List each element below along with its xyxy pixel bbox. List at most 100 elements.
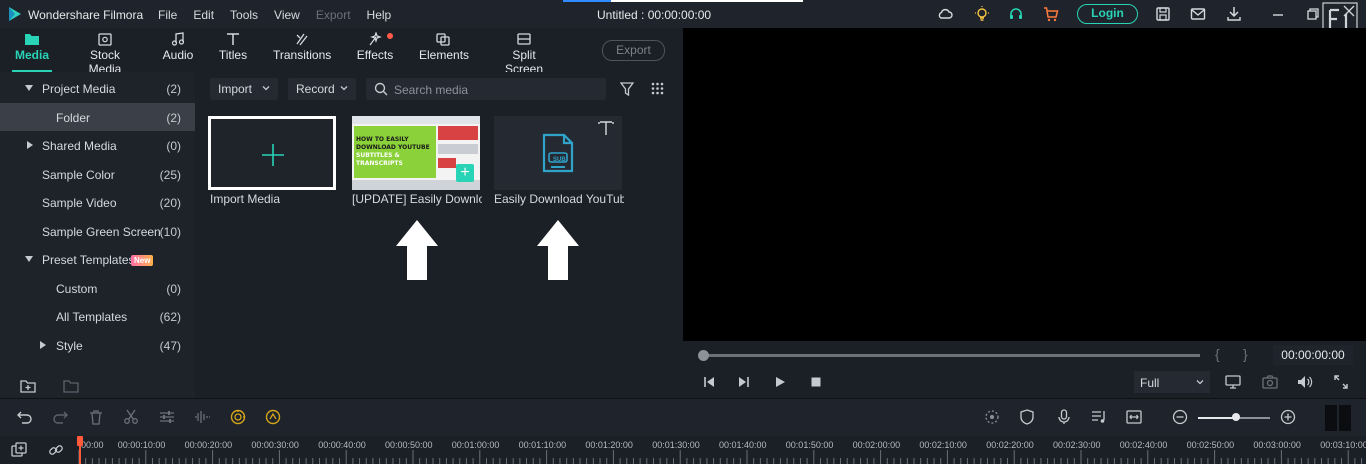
tab-stock-media[interactable]: Stock Media bbox=[74, 28, 136, 76]
sidebar-item-count: (62) bbox=[159, 310, 181, 324]
ruler-time-label: 00:01:10:00 bbox=[518, 440, 567, 450]
expand-arrow-icon[interactable] bbox=[27, 141, 33, 149]
search-input[interactable]: Search media bbox=[366, 78, 606, 100]
filmora-logo-icon bbox=[8, 6, 22, 22]
add-to-timeline-icon[interactable]: + bbox=[456, 164, 474, 182]
sidebar-item-preset-templates[interactable]: Preset Templates New bbox=[0, 245, 195, 273]
lightbulb-icon[interactable] bbox=[974, 6, 990, 22]
marker-shield-icon[interactable] bbox=[1019, 409, 1035, 425]
auto-reframe-icon[interactable] bbox=[265, 409, 281, 425]
previous-frame-icon[interactable] bbox=[703, 376, 715, 388]
expand-arrow-icon[interactable] bbox=[25, 256, 33, 262]
support-headset-icon[interactable] bbox=[1008, 6, 1024, 22]
sidebar-item-label: Style bbox=[56, 339, 83, 353]
undo-icon[interactable] bbox=[17, 409, 33, 425]
preview-scrubber-track[interactable] bbox=[703, 354, 1200, 357]
download-icon[interactable] bbox=[1226, 6, 1242, 22]
mark-in-button[interactable]: { bbox=[1215, 346, 1220, 362]
zoom-slider-handle[interactable] bbox=[1232, 413, 1240, 421]
filter-icon[interactable] bbox=[620, 81, 634, 97]
sidebar-item-sample-video[interactable]: Sample Video (20) bbox=[0, 188, 195, 216]
export-button[interactable]: Export bbox=[602, 40, 665, 61]
speed-ramp-icon[interactable] bbox=[230, 409, 246, 425]
next-frame-icon[interactable] bbox=[738, 376, 750, 388]
panel-layout-icon[interactable] bbox=[1325, 405, 1351, 431]
preview-scrubber-handle[interactable] bbox=[698, 350, 709, 361]
fullscreen-icon[interactable] bbox=[1334, 375, 1348, 389]
render-preview-icon[interactable] bbox=[984, 409, 1000, 425]
mark-out-button[interactable]: } bbox=[1243, 346, 1248, 362]
tab-audio[interactable]: Audio bbox=[160, 28, 196, 72]
sidebar-item-label: Sample Video bbox=[42, 196, 117, 210]
save-icon[interactable] bbox=[1155, 6, 1171, 22]
tab-effects[interactable]: Effects bbox=[356, 28, 394, 72]
expand-arrow-icon[interactable] bbox=[25, 85, 33, 91]
play-icon[interactable] bbox=[774, 376, 786, 388]
preview-controls: { } 00:00:00:00 Full bbox=[683, 341, 1366, 398]
zoom-in-icon[interactable] bbox=[1280, 409, 1296, 425]
adjust-sliders-icon[interactable] bbox=[159, 409, 175, 425]
sidebar-item-label: Sample Green Screen bbox=[42, 225, 161, 239]
sidebar-item-style[interactable]: Style (47) bbox=[0, 331, 195, 359]
snapshot-camera-icon[interactable] bbox=[1262, 375, 1278, 389]
menu-tools[interactable]: Tools bbox=[230, 8, 258, 22]
sidebar-item-count: (0) bbox=[166, 139, 181, 153]
plus-icon bbox=[261, 143, 285, 167]
stop-icon[interactable] bbox=[810, 376, 822, 388]
playhead-handle[interactable] bbox=[77, 436, 83, 446]
delete-trash-icon[interactable] bbox=[88, 409, 104, 425]
sidebar-item-folder[interactable]: Folder (2) bbox=[0, 103, 195, 131]
shopping-cart-icon[interactable] bbox=[1043, 6, 1059, 22]
grid-view-icon[interactable] bbox=[651, 82, 664, 95]
menu-view[interactable]: View bbox=[274, 8, 300, 22]
zoom-out-icon[interactable] bbox=[1172, 409, 1188, 425]
ruler-time-label: 00:02:00:00 bbox=[852, 440, 901, 450]
menu-help[interactable]: Help bbox=[367, 8, 392, 22]
voiceover-list-icon[interactable] bbox=[1091, 409, 1107, 425]
ruler-time-label: 00:00:30:00 bbox=[251, 440, 299, 450]
audio-waveform-icon[interactable] bbox=[194, 409, 210, 425]
volume-icon[interactable] bbox=[1297, 375, 1313, 389]
import-media-tile[interactable] bbox=[208, 116, 336, 190]
tab-elements[interactable]: Elements bbox=[419, 28, 469, 72]
sidebar-item-all-templates[interactable]: All Templates (62) bbox=[0, 302, 195, 330]
new-indicator-dot bbox=[387, 33, 393, 39]
tab-titles[interactable]: Titles bbox=[216, 28, 250, 72]
tab-split-screen[interactable]: Split Screen bbox=[494, 28, 554, 76]
tab-transitions[interactable]: Transitions bbox=[273, 28, 331, 72]
sidebar-item-sample-color[interactable]: Sample Color (25) bbox=[0, 160, 195, 188]
sidebar-item-project-media[interactable]: Project Media (2) bbox=[0, 74, 195, 102]
cloud-icon[interactable] bbox=[937, 6, 953, 22]
sidebar-item-label: Folder bbox=[56, 111, 91, 125]
loading-progress-bar bbox=[563, 0, 803, 2]
preview-quality-dropdown[interactable]: Full bbox=[1134, 371, 1210, 393]
media-item-label: Easily Download YouTub... bbox=[494, 192, 624, 206]
restore-icon[interactable] bbox=[1305, 6, 1321, 22]
login-button[interactable]: Login bbox=[1077, 4, 1138, 24]
sidebar-item-shared-media[interactable]: Shared Media (0) bbox=[0, 131, 195, 159]
ruler-time-label: 00:02:10:00 bbox=[919, 440, 967, 450]
subtitle-file-thumbnail[interactable]: SUB bbox=[494, 116, 622, 190]
cut-scissors-icon[interactable] bbox=[123, 409, 139, 425]
folder-outline-icon[interactable] bbox=[63, 379, 79, 393]
new-folder-icon[interactable] bbox=[20, 379, 36, 393]
tab-titles-label: Titles bbox=[218, 48, 248, 62]
import-dropdown-label: Import bbox=[218, 82, 253, 96]
mail-icon[interactable] bbox=[1190, 6, 1206, 22]
minimize-icon[interactable] bbox=[1270, 6, 1286, 22]
record-dropdown[interactable]: Record bbox=[288, 78, 356, 100]
tab-media[interactable]: Media bbox=[12, 28, 52, 72]
menu-file[interactable]: File bbox=[158, 8, 177, 22]
menu-edit[interactable]: Edit bbox=[193, 8, 214, 22]
display-settings-icon[interactable] bbox=[1225, 375, 1241, 389]
import-dropdown[interactable]: Import bbox=[210, 78, 278, 100]
fit-timeline-icon[interactable] bbox=[1126, 409, 1142, 425]
sidebar-item-sample-green-screen[interactable]: Sample Green Screen (10) bbox=[0, 217, 195, 245]
video-thumbnail[interactable]: HOW TO EASILY DOWNLOAD YOUTUBE SUBTITLES… bbox=[352, 116, 480, 190]
redo-icon[interactable] bbox=[52, 409, 68, 425]
sidebar-item-custom[interactable]: Custom (0) bbox=[0, 274, 195, 302]
microphone-icon[interactable] bbox=[1056, 409, 1072, 425]
chevron-down-icon bbox=[1196, 378, 1204, 386]
expand-arrow-icon[interactable] bbox=[40, 341, 46, 349]
timeline-ruler[interactable]: 00:00 00:00:10:00 00:00:20:00 00:00:30:00 00… bbox=[0, 436, 1366, 464]
